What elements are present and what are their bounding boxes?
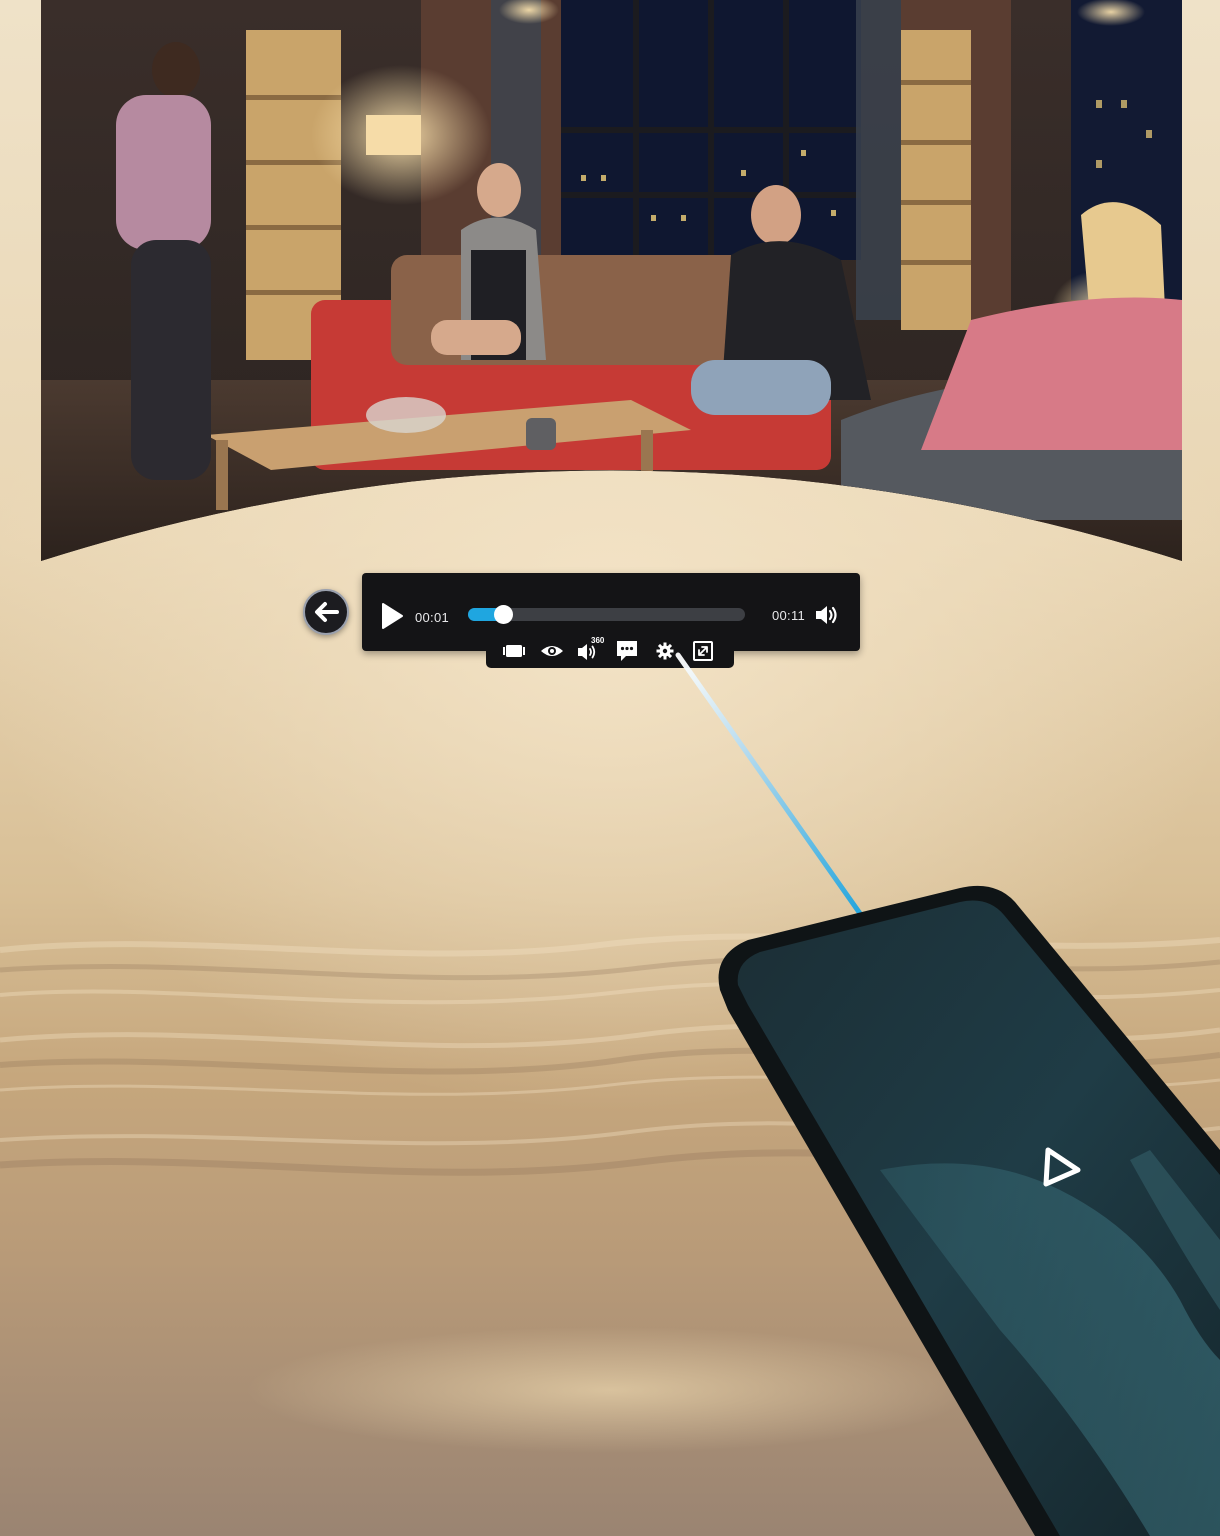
phone-controller	[718, 885, 1220, 1536]
